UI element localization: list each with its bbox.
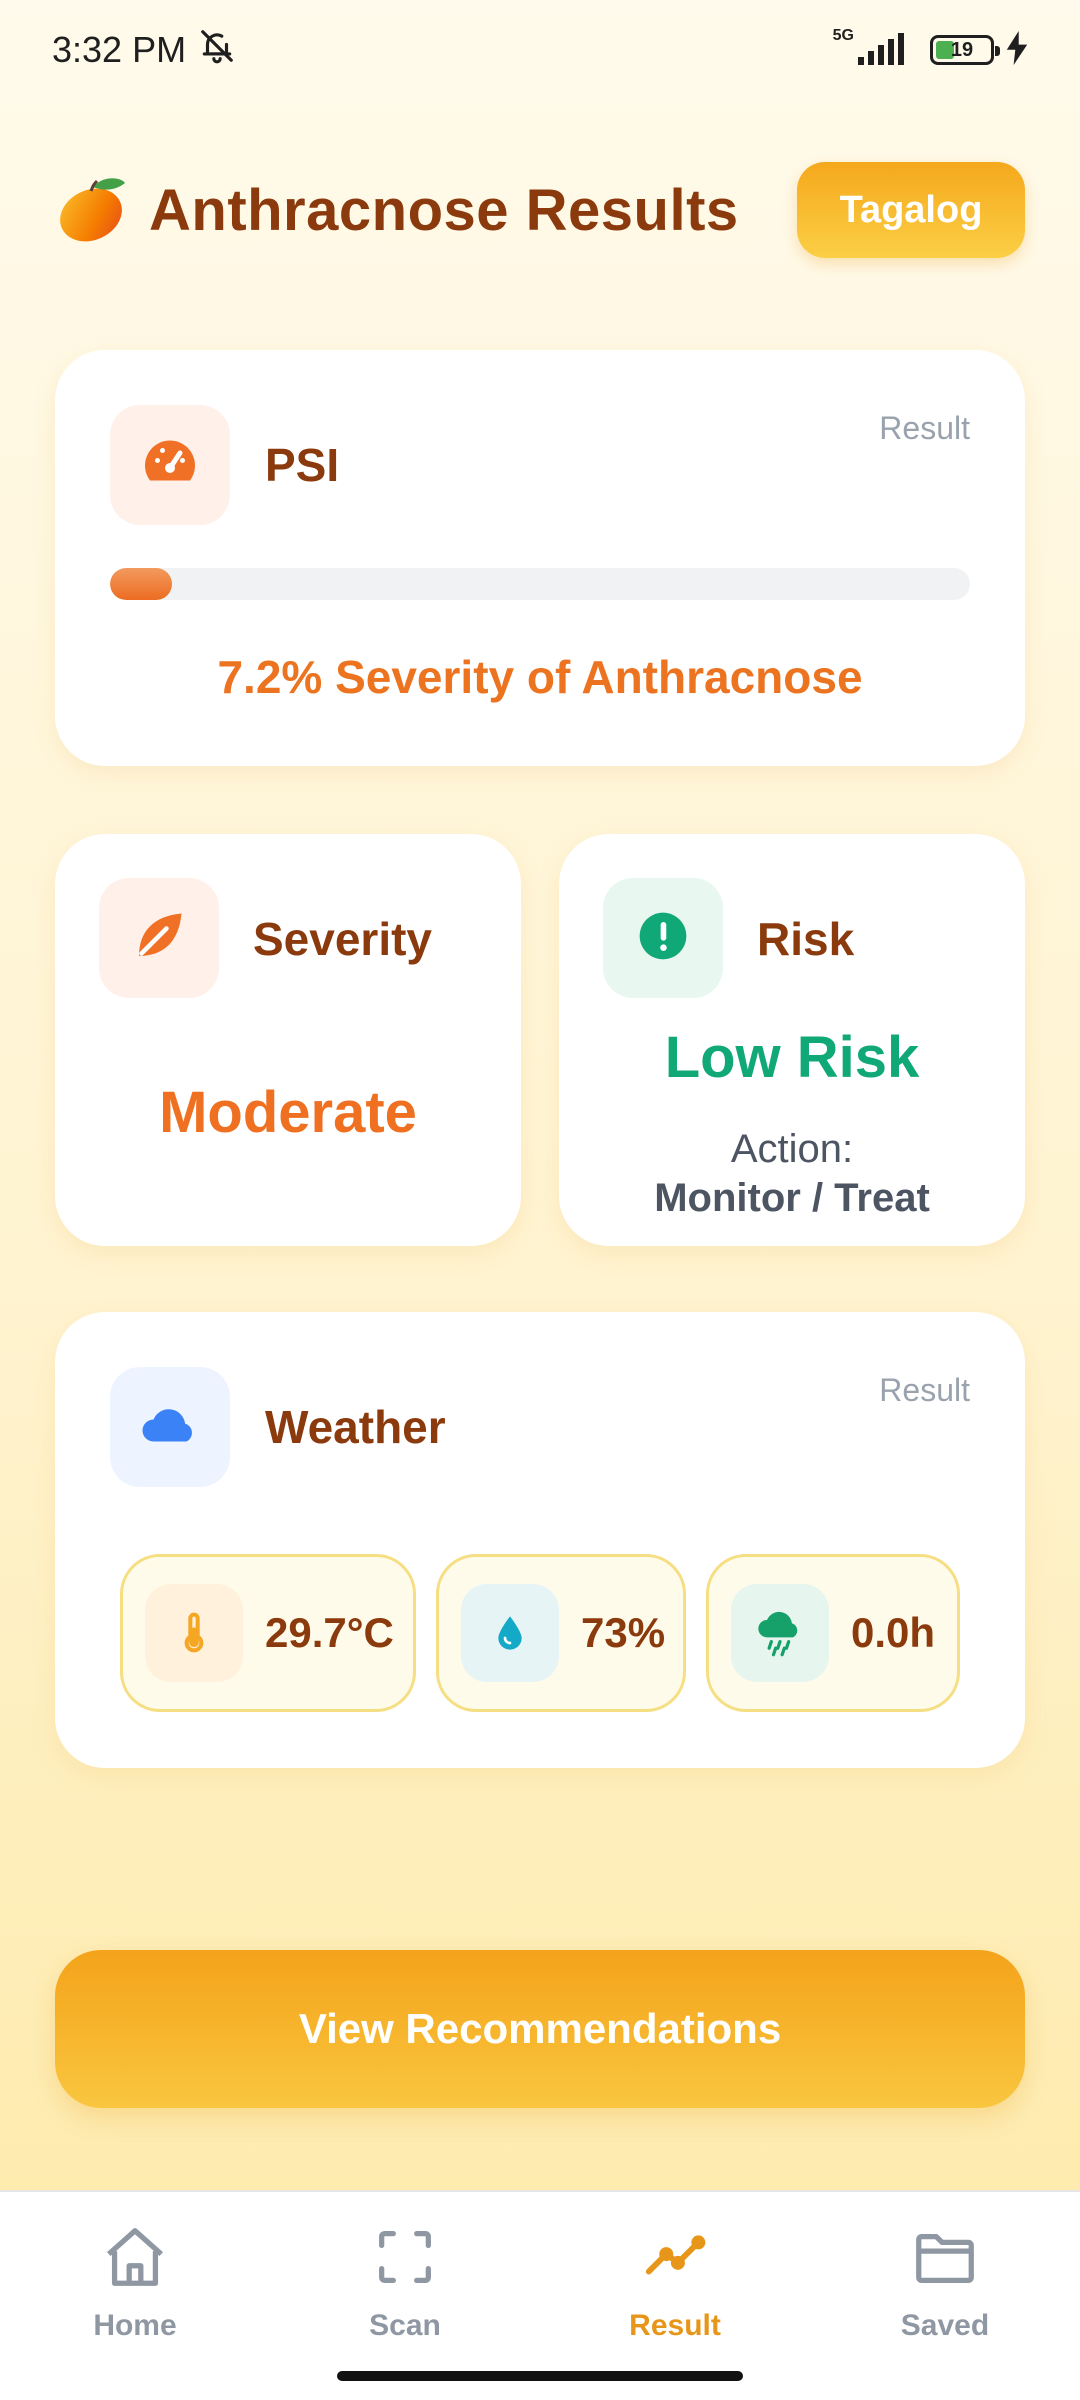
temperature-value: 29.7°C — [265, 1609, 394, 1656]
humidity-value: 73% — [581, 1609, 666, 1656]
severity-icon-box — [99, 878, 219, 998]
weather-title: Weather — [265, 1401, 446, 1453]
nav-item-home[interactable]: Home — [35, 2222, 235, 2352]
severity-title: Severity — [253, 913, 433, 965]
charging-icon — [1006, 30, 1028, 70]
rain-value: 0.0h — [851, 1609, 936, 1656]
header: Anthracnose Results Tagalog — [55, 160, 1025, 260]
humidity-chip: 73% — [436, 1554, 686, 1712]
nav-label-saved: Saved — [900, 2309, 990, 2342]
home-indicator — [337, 2371, 743, 2381]
bell-off-icon — [198, 27, 236, 74]
psi-card: PSI Result 7.2% Severity of Anthracnose — [55, 350, 1025, 766]
scan-icon — [370, 2222, 440, 2297]
cloud-icon — [137, 1392, 203, 1463]
risk-icon-box — [603, 878, 723, 998]
view-recommendations-button[interactable]: View Recommendations — [55, 1950, 1025, 2108]
leaf-icon — [129, 906, 189, 971]
water-drop-icon — [461, 1584, 559, 1682]
nav-item-saved[interactable]: Saved — [845, 2222, 1045, 2352]
action-value: Monitor / Treat — [654, 1176, 930, 1220]
status-time: 3:32 PM — [52, 29, 187, 70]
risk-title: Risk — [757, 913, 855, 965]
status-left: 3:32 PM — [52, 27, 236, 74]
network-label: 5G — [832, 27, 854, 44]
weather-card: Weather Result 29.7°C 73% 0.0h — [55, 1312, 1025, 1768]
nav-label-result: Result — [629, 2309, 721, 2342]
home-icon — [100, 2222, 170, 2297]
folder-icon — [910, 2222, 980, 2297]
psi-progress-fill — [110, 568, 172, 600]
nav-label-scan: Scan — [369, 2309, 441, 2342]
temperature-chip: 29.7°C — [120, 1554, 416, 1712]
severity-card: Severity Moderate — [55, 834, 521, 1246]
nav-item-result[interactable]: Result — [575, 2222, 775, 2352]
title-wrap: Anthracnose Results — [55, 171, 739, 250]
psi-result-tag: Result — [879, 410, 970, 446]
status-right: 5G 19 — [833, 27, 1028, 70]
risk-value: Low Risk — [664, 1025, 920, 1090]
status-bar: 3:32 PM 5G 19 — [0, 0, 1080, 100]
severity-value: Moderate — [159, 1080, 417, 1145]
page-title: Anthracnose Results — [149, 177, 739, 243]
battery-icon: 19 — [930, 35, 1000, 65]
action-label: Action: — [730, 1127, 854, 1171]
signal-icon — [858, 31, 918, 70]
thermometer-icon — [145, 1584, 243, 1682]
bottom-nav: Home Scan Result Saved — [0, 2190, 1080, 2400]
language-button[interactable]: Tagalog — [797, 162, 1025, 258]
rain-chip: 0.0h — [706, 1554, 960, 1712]
psi-progress-bar — [110, 568, 970, 600]
trend-icon — [640, 2222, 710, 2297]
rain-cloud-icon — [731, 1584, 829, 1682]
alert-icon — [635, 908, 691, 969]
nav-item-scan[interactable]: Scan — [305, 2222, 505, 2352]
psi-title: PSI — [265, 439, 340, 491]
weather-result-tag: Result — [879, 1372, 970, 1408]
psi-icon-box — [110, 405, 230, 525]
battery-level: 19 — [950, 38, 974, 61]
weather-icon-box — [110, 1367, 230, 1487]
nav-label-home: Home — [93, 2309, 177, 2342]
speedometer-icon — [140, 433, 200, 498]
risk-card: Risk Low Risk Action: Monitor / Treat — [559, 834, 1025, 1246]
psi-summary: 7.2% Severity of Anthracnose — [217, 651, 863, 703]
mango-icon — [55, 171, 129, 250]
